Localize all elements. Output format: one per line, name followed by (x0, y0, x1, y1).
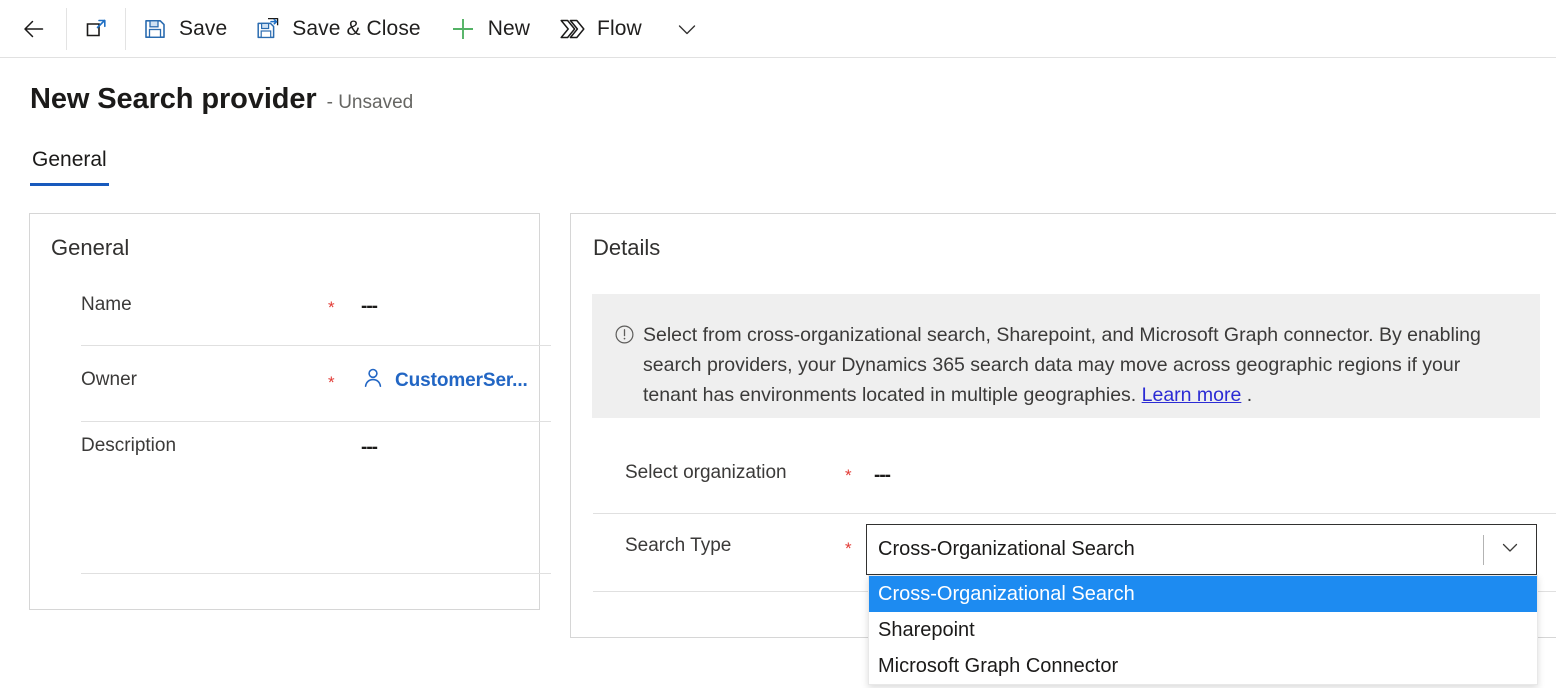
plus-icon (449, 15, 477, 43)
search-type-combobox[interactable]: Cross-Organizational Search (866, 524, 1537, 575)
details-section-title: Details (593, 235, 661, 260)
field-label-name: Name (81, 294, 132, 315)
owner-name-link[interactable]: CustomerSer... (395, 370, 528, 392)
dropdown-option-sharepoint[interactable]: Sharepoint (869, 612, 1537, 648)
field-row-select-organization: Select organization (625, 462, 787, 484)
general-section-card: General Name * --- Owner * CustomerSer..… (29, 213, 551, 610)
toolbar-divider-2 (125, 7, 126, 50)
page-save-status: - Unsaved (326, 92, 414, 113)
field-required-name: * (328, 298, 335, 317)
dropdown-option-label: Sharepoint (878, 618, 975, 641)
field-row-owner: Owner (81, 369, 137, 391)
learn-more-link[interactable]: Learn more (1142, 384, 1242, 406)
field-value-owner[interactable]: CustomerSer... (361, 366, 528, 395)
page-title-text: New Search provider (30, 83, 317, 115)
tab-general-label: General (32, 148, 107, 171)
dropdown-option-microsoft-graph-connector[interactable]: Microsoft Graph Connector (869, 648, 1537, 684)
field-label-owner: Owner (81, 369, 137, 390)
popout-icon (83, 16, 109, 42)
field-required-search-type: * (845, 539, 852, 558)
field-label-select-organization: Select organization (625, 462, 787, 483)
search-type-dropdown-list[interactable]: Cross-Organizational Search Sharepoint M… (868, 575, 1538, 685)
page-title: New Search provider - Unsaved (30, 83, 413, 116)
field-row-search-type: Search Type (625, 535, 731, 557)
info-circle-icon (614, 324, 635, 418)
general-section-title: General (51, 235, 130, 260)
save-and-close-button[interactable]: Save & Close (241, 0, 434, 58)
new-button-label: New (487, 16, 531, 40)
command-bar: Save Save & Close New Flow (0, 0, 1556, 58)
search-type-combobox-value[interactable]: Cross-Organizational Search (867, 538, 1483, 561)
field-row-description: Description (81, 435, 176, 457)
save-and-close-icon (255, 16, 281, 42)
combobox-expand-button[interactable] (1484, 535, 1536, 564)
field-divider-description (81, 573, 551, 574)
chevron-down-icon (674, 16, 700, 42)
overflow-menu-button[interactable] (656, 0, 718, 58)
popout-button[interactable] (69, 0, 123, 58)
field-value-select-organization[interactable]: --- (874, 465, 891, 487)
info-text-trailing: . (1241, 384, 1253, 406)
info-text-main: Select from cross-organizational search,… (643, 324, 1481, 406)
tab-general[interactable]: General (30, 148, 109, 186)
dropdown-option-label: Cross-Organizational Search (878, 582, 1135, 605)
dropdown-option-label: Microsoft Graph Connector (878, 654, 1119, 677)
save-button-label: Save (179, 16, 228, 40)
field-divider-select-organization (593, 513, 1556, 514)
back-arrow-icon (20, 16, 46, 42)
save-icon (142, 16, 168, 42)
person-icon (361, 366, 385, 395)
details-info-message-bar: Select from cross-organizational search,… (592, 294, 1540, 418)
back-button[interactable] (0, 0, 64, 58)
save-button[interactable]: Save (128, 0, 241, 58)
flow-button-label: Flow (597, 16, 642, 40)
field-value-name[interactable]: --- (361, 296, 378, 318)
field-label-search-type: Search Type (625, 535, 732, 556)
dropdown-option-cross-organizational-search[interactable]: Cross-Organizational Search (869, 576, 1537, 612)
chevron-down-icon (1498, 535, 1522, 564)
field-row-name: Name (81, 294, 132, 316)
field-label-description: Description (81, 435, 177, 456)
field-required-select-organization: * (845, 466, 852, 485)
flow-button[interactable]: Flow (544, 0, 656, 58)
new-button[interactable]: New (435, 0, 544, 58)
tab-strip: General (30, 148, 135, 186)
field-divider-name (81, 345, 551, 346)
field-value-description[interactable]: --- (361, 437, 378, 459)
field-divider-owner (81, 421, 551, 422)
save-and-close-button-label: Save & Close (292, 16, 421, 40)
toolbar-divider-1 (66, 7, 67, 50)
flow-icon (558, 15, 586, 43)
tab-active-indicator (30, 183, 109, 186)
field-required-owner: * (328, 373, 335, 392)
details-info-message-text: Select from cross-organizational search,… (643, 320, 1518, 418)
